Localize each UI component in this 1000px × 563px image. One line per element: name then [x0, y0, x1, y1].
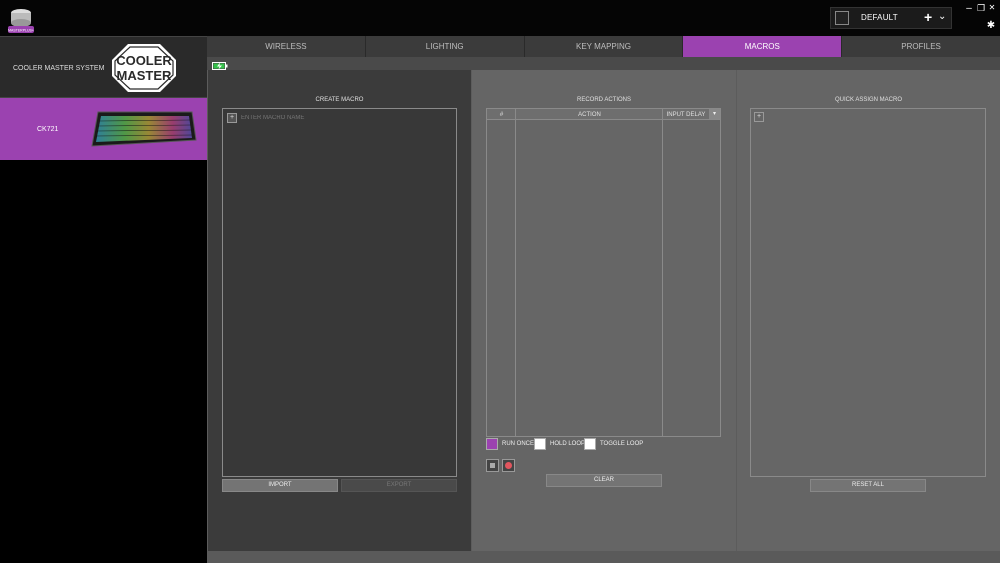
bottom-strip: [208, 551, 1000, 563]
cooler-master-logo: COOLER MASTER: [112, 44, 176, 92]
add-macro-button[interactable]: +: [227, 113, 237, 123]
export-button[interactable]: EXPORT: [341, 479, 457, 492]
run-once-label: RUN ONCE: [502, 441, 535, 447]
quick-assign-list: +: [750, 108, 986, 477]
add-profile-button[interactable]: +: [924, 9, 932, 25]
settings-icon[interactable]: ✱: [985, 20, 997, 31]
hold-loop-checkbox[interactable]: [534, 438, 546, 450]
record-icon: [505, 462, 512, 469]
quick-assign-panel: QUICK ASSIGN MACRO + RESET ALL: [737, 70, 1000, 551]
record-actions-title: RECORD ACTIONS: [576, 97, 631, 103]
actions-table-header: # ACTION INPUT DELAY ▾: [487, 109, 720, 120]
tab-bar: WIRELESS LIGHTING KEY MAPPING MACROS PRO…: [207, 36, 1000, 57]
column-divider: [515, 109, 516, 436]
sidebar-item-label: COOLER MASTER SYSTEM: [13, 65, 105, 72]
keyboard-image: [91, 111, 197, 147]
close-button[interactable]: ✕: [986, 3, 998, 12]
column-header-action: ACTION: [578, 112, 601, 118]
logo-text: MASTERPLUS+: [8, 29, 34, 33]
tab-lighting[interactable]: LIGHTING: [366, 36, 525, 57]
hold-loop-label: HOLD LOOP: [550, 441, 586, 447]
import-button[interactable]: IMPORT: [222, 479, 338, 492]
brand-line-1: COOLER: [116, 53, 172, 68]
profile-selector[interactable]: DEFAULT + ⌄: [830, 7, 952, 29]
profile-name: DEFAULT: [861, 13, 898, 22]
sidebar-item-device[interactable]: CK721: [0, 98, 207, 160]
tab-profiles[interactable]: PROFILES: [842, 36, 1000, 57]
column-header-input-delay: INPUT DELAY: [666, 112, 706, 118]
brand-line-2: MASTER: [117, 68, 173, 83]
column-header-number: #: [499, 112, 504, 118]
create-macro-title: CREATE MACRO: [315, 97, 364, 103]
run-once-checkbox[interactable]: [486, 438, 498, 450]
add-quick-assign-button[interactable]: +: [754, 112, 764, 122]
masterplus-logo: MASTERPLUS+: [8, 9, 34, 33]
tab-macros[interactable]: MACROS: [683, 36, 843, 57]
status-bar: [207, 57, 1000, 70]
record-actions-panel: RECORD ACTIONS # ACTION INPUT DELAY ▾ RU…: [472, 70, 736, 551]
record-button[interactable]: [502, 459, 515, 472]
tab-key-mapping[interactable]: KEY MAPPING: [525, 36, 684, 57]
tab-wireless[interactable]: WIRELESS: [207, 36, 366, 57]
minimize-button[interactable]: –: [963, 3, 975, 14]
profile-image-icon: [835, 11, 849, 25]
clear-button[interactable]: CLEAR: [546, 474, 662, 487]
macro-list: +: [222, 108, 457, 477]
sidebar-item-system[interactable]: COOLER MASTER SYSTEM COOLER MASTER: [0, 36, 207, 98]
sidebar-item-label: CK721: [37, 126, 59, 133]
stop-icon: [490, 463, 495, 468]
toggle-loop-label: TOGGLE LOOP: [600, 441, 644, 447]
delay-dropdown-icon[interactable]: ▾: [709, 109, 720, 119]
stop-record-button[interactable]: [486, 459, 499, 472]
battery-charging-icon: [212, 62, 228, 70]
macro-name-input[interactable]: [241, 112, 361, 124]
create-macro-panel: CREATE MACRO + IMPORT EXPORT: [208, 70, 471, 551]
chevron-down-icon[interactable]: ⌄: [938, 11, 946, 22]
quick-assign-title: QUICK ASSIGN MACRO: [834, 97, 902, 103]
column-divider: [662, 109, 663, 436]
reset-all-button[interactable]: RESET ALL: [810, 479, 926, 492]
toggle-loop-checkbox[interactable]: [584, 438, 596, 450]
actions-table: # ACTION INPUT DELAY ▾: [486, 108, 721, 437]
